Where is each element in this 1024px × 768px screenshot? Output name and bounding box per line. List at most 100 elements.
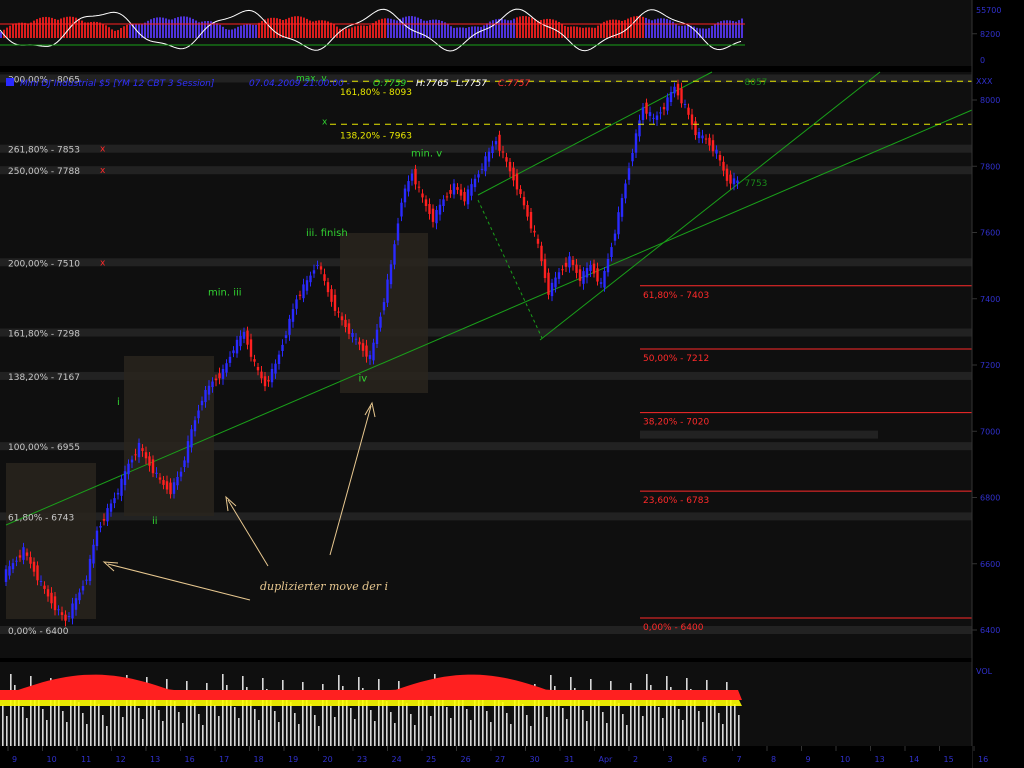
- volume-bar: [42, 709, 44, 746]
- candle-body: [501, 151, 505, 153]
- top-histogram-bar: [363, 25, 365, 38]
- volume-bar: [350, 708, 352, 746]
- candle-body: [487, 151, 491, 162]
- candle-body: [305, 280, 309, 291]
- extension-marker: x: [322, 117, 328, 127]
- top-histogram-bar: [450, 26, 452, 38]
- volume-bar: [550, 675, 552, 746]
- top-histogram-bar: [108, 27, 110, 38]
- volume-bar: [270, 700, 272, 746]
- top-histogram-bar: [6, 27, 8, 38]
- time-tick-label: 9: [12, 755, 17, 764]
- candle-body: [99, 525, 102, 528]
- volume-bar: [590, 679, 592, 746]
- time-tick-label: 12: [116, 755, 126, 764]
- time-tick-label: 27: [495, 755, 505, 764]
- top-histogram-bar: [411, 16, 413, 38]
- candle-body: [36, 565, 39, 581]
- volume-bar: [282, 680, 284, 746]
- time-tick-label: 11: [81, 755, 91, 764]
- volume-bar: [162, 721, 164, 746]
- top-histogram-bar: [570, 26, 572, 38]
- top-histogram-bar: [303, 17, 305, 38]
- top-histogram-bar: [501, 18, 503, 38]
- candle-body: [197, 410, 200, 419]
- candle-body: [116, 492, 120, 495]
- volume-bar: [218, 716, 220, 746]
- time-tick-label: 9: [806, 755, 811, 764]
- top-histogram-bar: [531, 17, 533, 38]
- time-tick-label: 20: [323, 755, 333, 764]
- candle-body: [557, 272, 561, 279]
- top-histogram-bar: [87, 22, 89, 38]
- candle-body: [638, 120, 641, 137]
- candle-body: [162, 479, 165, 485]
- top-panel-tick-zero: 0: [980, 56, 985, 65]
- fib-level-label: 200,00% - 7510: [8, 259, 80, 269]
- candle-body: [715, 149, 718, 154]
- volume-bar: [142, 719, 144, 746]
- top-histogram-bar: [669, 20, 671, 38]
- candle-body: [673, 86, 676, 94]
- fib-band: [0, 144, 972, 153]
- volume-bar: [626, 725, 628, 746]
- fib-level-label: 61,80% - 6743: [8, 513, 74, 523]
- candle-body: [8, 566, 11, 576]
- candle-body: [543, 259, 547, 278]
- time-tick-label: 8: [771, 755, 776, 764]
- top-histogram-bar: [702, 28, 704, 38]
- volume-bar: [98, 704, 100, 746]
- top-histogram-bar: [324, 20, 326, 38]
- top-histogram-bar: [225, 29, 227, 38]
- volume-bar: [430, 716, 432, 746]
- retrace-label: 23,60% - 6783: [643, 496, 709, 506]
- top-histogram-bar: [726, 20, 728, 38]
- top-histogram-bar: [606, 20, 608, 38]
- volume-bar: [298, 724, 300, 746]
- price-tick-label: 6400: [980, 626, 1000, 635]
- top-histogram-bar: [273, 17, 275, 38]
- candle-body: [652, 117, 655, 119]
- volume-bar: [578, 699, 580, 746]
- candle-body: [298, 294, 302, 296]
- top-histogram-bar: [171, 19, 173, 38]
- candle-body: [389, 264, 393, 285]
- top-histogram-bar: [687, 25, 689, 38]
- candle-body: [270, 368, 274, 383]
- candle-body: [239, 335, 242, 347]
- top-histogram-bar: [0, 32, 2, 38]
- top-histogram-bar: [84, 22, 86, 38]
- candle-body: [351, 332, 354, 337]
- top-histogram-bar: [510, 20, 512, 38]
- candle-body: [522, 197, 526, 206]
- candle-body: [729, 174, 732, 184]
- candle-body: [85, 579, 88, 581]
- wave-label: i: [117, 397, 120, 408]
- chart-close: C:7757: [498, 79, 530, 89]
- chart-low: L:7757: [456, 79, 487, 89]
- candle-body: [172, 482, 176, 494]
- top-histogram-bar: [168, 19, 170, 38]
- candle-body: [43, 585, 46, 589]
- top-histogram-bar: [267, 18, 269, 38]
- volume-bar: [522, 704, 524, 746]
- candle-body: [190, 429, 193, 448]
- top-histogram-bar: [618, 20, 620, 38]
- extension-label: 138,20% - 7963: [340, 131, 412, 141]
- top-histogram-bar: [306, 18, 308, 38]
- volume-bar: [562, 708, 564, 746]
- candle-body: [277, 354, 281, 365]
- candle-body: [400, 202, 403, 217]
- candle-body: [281, 344, 284, 351]
- candle-body: [403, 188, 407, 203]
- volume-bar: [154, 699, 156, 746]
- top-histogram-bar: [495, 19, 497, 38]
- top-histogram-bar: [48, 17, 50, 38]
- chart-symbol: Mini DJ Industrial $5 [YM 12 CBT 3 Sessi…: [20, 79, 215, 89]
- volume-bar: [386, 701, 388, 746]
- top-histogram-bar: [297, 16, 299, 38]
- top-histogram-bar: [474, 26, 476, 38]
- volume-bar: [370, 710, 372, 746]
- candle-body: [452, 183, 456, 195]
- candle-body: [599, 282, 603, 284]
